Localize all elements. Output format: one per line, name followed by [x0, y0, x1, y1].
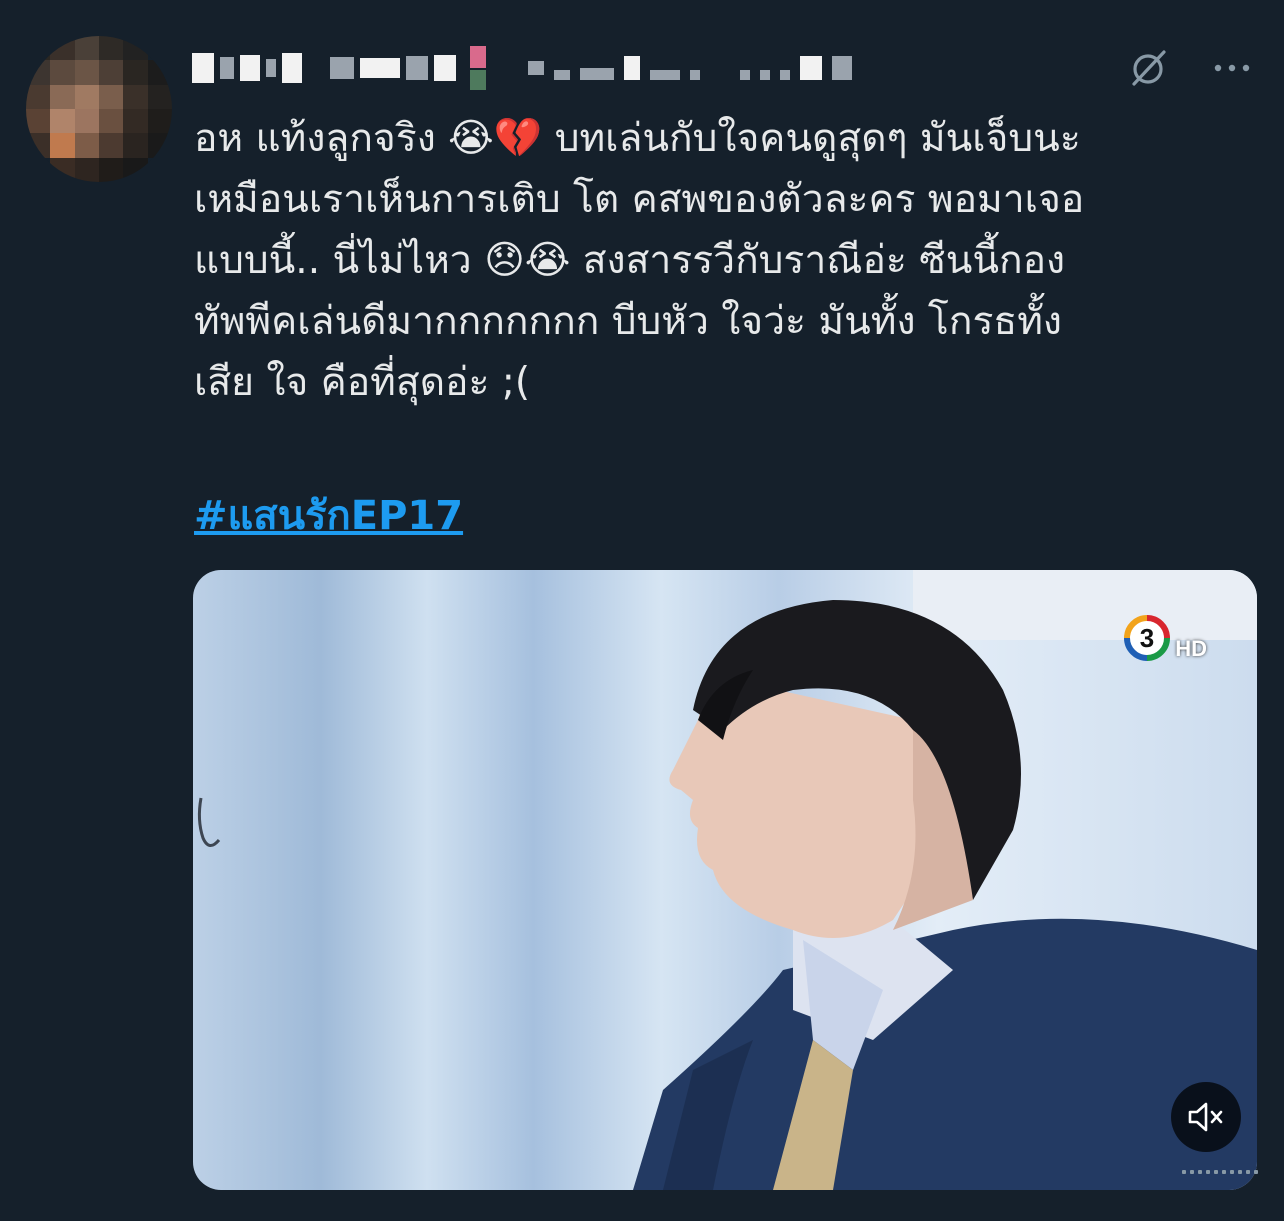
- speaker-muted-icon: [1188, 1102, 1223, 1132]
- unmute-button[interactable]: [1171, 1082, 1241, 1152]
- avatar[interactable]: [26, 36, 172, 182]
- video-progress-dots: [1182, 1170, 1258, 1174]
- channel-logo-number: 3: [1140, 623, 1154, 653]
- tweet-video[interactable]: 3 HD: [193, 570, 1257, 1190]
- more-options-button[interactable]: [1210, 46, 1254, 90]
- grok-slash-circle-icon: [1132, 50, 1166, 86]
- author-name-redacted[interactable]: [192, 46, 486, 90]
- more-horizontal-icon: [1214, 64, 1250, 72]
- author-info[interactable]: [192, 40, 852, 96]
- tweet-actions-top: [1126, 46, 1254, 90]
- grok-button[interactable]: [1126, 46, 1170, 90]
- author-handle-redacted[interactable]: [528, 56, 852, 80]
- channel-logo-hd: HD: [1175, 636, 1207, 661]
- hashtag-link[interactable]: #แสนรักEP17: [194, 486, 463, 546]
- channel-3-logo-icon: 3: [1124, 615, 1171, 661]
- tweet-text: อห แท้งลูกจริง 😭💔 บทเล่นกับใจคนดูสุดๆ มั…: [194, 116, 1085, 405]
- channel-logo: 3 HD: [1119, 612, 1207, 664]
- video-frame-illustration: [197, 570, 1257, 1190]
